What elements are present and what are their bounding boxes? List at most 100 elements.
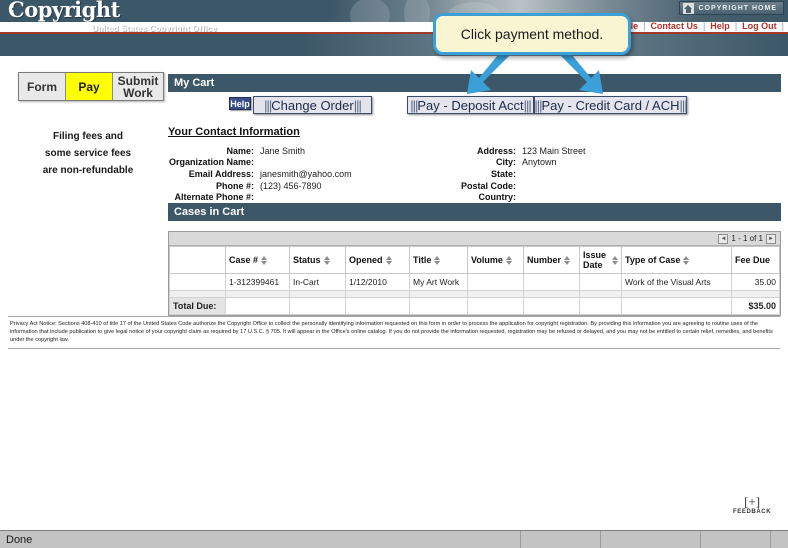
- logo-wordmark: opyright: [24, 0, 120, 22]
- cart-toolbar: Help ||| Change Order ||| ||| Pay - Depo…: [168, 96, 781, 118]
- status-separator: [770, 531, 771, 548]
- pagination-row: ◄ 1 - 1 of 1 ►: [169, 232, 780, 246]
- contact-column-left: Name: Jane Smith Organization Name: Emai…: [168, 145, 352, 203]
- sort-icon[interactable]: [612, 255, 618, 265]
- contact-field-city: City: Anytown: [430, 157, 586, 169]
- cases-table: Case # Status Opened Title Volume Number…: [169, 246, 780, 315]
- contact-field-address: Address: 123 Main Street: [430, 145, 586, 157]
- copyright-home-button[interactable]: COPYRIGHT HOME: [679, 1, 784, 15]
- column-header-volume[interactable]: Volume: [467, 246, 524, 274]
- column-label: Opened: [349, 255, 383, 265]
- column-label: Issue Date: [583, 250, 607, 270]
- note-line-1: Filing fees and: [52, 131, 123, 142]
- contact-information-title: Your Contact Information: [168, 126, 300, 138]
- instruction-callout: Click payment method.: [433, 13, 631, 55]
- banner-lower-band: [0, 34, 788, 56]
- total-due-value: $35.00: [731, 297, 780, 315]
- button-grip-left: |||: [410, 97, 418, 113]
- column-header-select: [169, 246, 226, 274]
- column-header-status[interactable]: Status: [289, 246, 346, 274]
- field-label: Organization Name:: [168, 157, 254, 168]
- table-row[interactable]: 1-312399461 In-Cart 1/12/2010 My Art Wor…: [169, 273, 780, 291]
- main-content: My Cart Help ||| Change Order ||| ||| Pa…: [168, 74, 781, 316]
- pagination-prev-icon[interactable]: ◄: [718, 233, 729, 244]
- field-label: Phone #:: [215, 180, 254, 191]
- note-line-3: are non-refundable: [42, 165, 134, 176]
- pay-deposit-label: Pay - Deposit Acct: [417, 97, 524, 113]
- contact-field-phone: Phone #: (123) 456-7890: [168, 180, 352, 192]
- pagination-range-text: 1 - 1 of 1: [731, 234, 763, 243]
- contact-field-organization-name: Organization Name:: [168, 157, 352, 169]
- nav-link-help[interactable]: Help: [705, 21, 735, 31]
- field-label: City:: [496, 157, 516, 168]
- column-label: Number: [527, 255, 562, 265]
- nav-link-log-out[interactable]: Log Out: [737, 21, 782, 31]
- contact-field-email-address: Email Address: janesmith@yahoo.com: [168, 168, 352, 180]
- field-value: Anytown: [522, 157, 557, 168]
- cell-title: My Art Work: [409, 273, 468, 291]
- tab-form[interactable]: Form: [19, 73, 66, 100]
- column-header-fee-due: Fee Due: [731, 246, 780, 274]
- cell-type-of-case: Work of the Visual Arts: [621, 273, 732, 291]
- help-button[interactable]: Help: [229, 97, 251, 110]
- tab-pay[interactable]: Pay: [66, 73, 113, 100]
- sort-icon[interactable]: [505, 255, 512, 265]
- change-order-button[interactable]: ||| Change Order |||: [253, 96, 372, 114]
- status-separator: [520, 531, 521, 548]
- nav-link-contact-us[interactable]: Contact Us: [645, 21, 703, 31]
- sort-icon[interactable]: [434, 255, 441, 265]
- cell-case-number: 1-312399461: [225, 273, 290, 291]
- cell-fee-due: 35.00: [731, 273, 780, 291]
- field-label: Postal Code:: [460, 180, 516, 191]
- cell-select[interactable]: [169, 273, 226, 291]
- field-label: Name:: [226, 145, 254, 156]
- cell-number: [523, 273, 580, 291]
- plus-icon: [+]: [744, 494, 761, 509]
- contact-field-alternate-phone: Alternate Phone #:: [168, 191, 352, 203]
- nav-divider: |: [781, 21, 784, 31]
- sort-icon[interactable]: [261, 255, 268, 265]
- sort-icon[interactable]: [385, 255, 392, 265]
- sort-icon[interactable]: [683, 255, 690, 265]
- pagination-next-icon[interactable]: ►: [766, 233, 776, 244]
- status-text: Done: [6, 534, 33, 546]
- field-label: Address:: [476, 145, 516, 156]
- column-header-type-of-case[interactable]: Type of Case: [621, 246, 732, 274]
- callout-text: Click payment method.: [460, 26, 604, 42]
- table-spacer-row: [169, 290, 780, 298]
- privacy-act-notice: Privacy Act Notice: Sections 408-410 of …: [8, 316, 780, 349]
- column-header-number[interactable]: Number: [523, 246, 580, 274]
- pay-deposit-account-button[interactable]: ||| Pay - Deposit Acct |||: [407, 96, 534, 114]
- column-header-opened[interactable]: Opened: [345, 246, 410, 274]
- cell-volume: [467, 273, 524, 291]
- field-value: janesmith@yahoo.com: [260, 168, 352, 179]
- site-banner: Copyright: [0, 0, 788, 22]
- column-label: Title: [413, 255, 432, 265]
- browser-status-bar: Done: [0, 530, 788, 548]
- cell-status: In-Cart: [289, 273, 346, 291]
- cases-in-cart-panel-header: Cases in Cart: [168, 203, 781, 221]
- pay-credit-card-ach-button[interactable]: ||| Pay - Credit Card / ACH |||: [534, 96, 688, 114]
- cell-opened: 1/12/2010: [345, 273, 410, 291]
- status-separator: [600, 531, 601, 548]
- column-header-case-number[interactable]: Case #: [225, 246, 290, 274]
- change-order-label: Change Order: [271, 97, 354, 113]
- fees-non-refundable-note: Filing fees and some service fees are no…: [12, 128, 164, 179]
- field-value: Jane Smith: [260, 145, 306, 156]
- column-header-title[interactable]: Title: [409, 246, 468, 274]
- cases-table-header-row: Case # Status Opened Title Volume Number…: [169, 246, 780, 274]
- column-label: Type of Case: [625, 255, 681, 265]
- column-header-issue-date[interactable]: Issue Date: [579, 246, 622, 274]
- contact-column-right: Address: 123 Main Street City: Anytown S…: [430, 145, 586, 203]
- house-icon: [683, 2, 695, 14]
- note-line-2: some service fees: [44, 148, 132, 159]
- column-label: Fee Due: [735, 255, 771, 265]
- sort-icon[interactable]: [564, 255, 571, 265]
- tab-submit-work[interactable]: Submit Work: [113, 73, 163, 100]
- button-grip-right: |||: [523, 97, 532, 113]
- contact-field-name: Name: Jane Smith: [168, 145, 352, 157]
- status-separator: [700, 531, 701, 548]
- sort-icon[interactable]: [323, 255, 330, 265]
- contact-information: Name: Jane Smith Organization Name: Emai…: [168, 145, 781, 203]
- feedback-widget[interactable]: [+] FEEDBACK: [733, 495, 771, 515]
